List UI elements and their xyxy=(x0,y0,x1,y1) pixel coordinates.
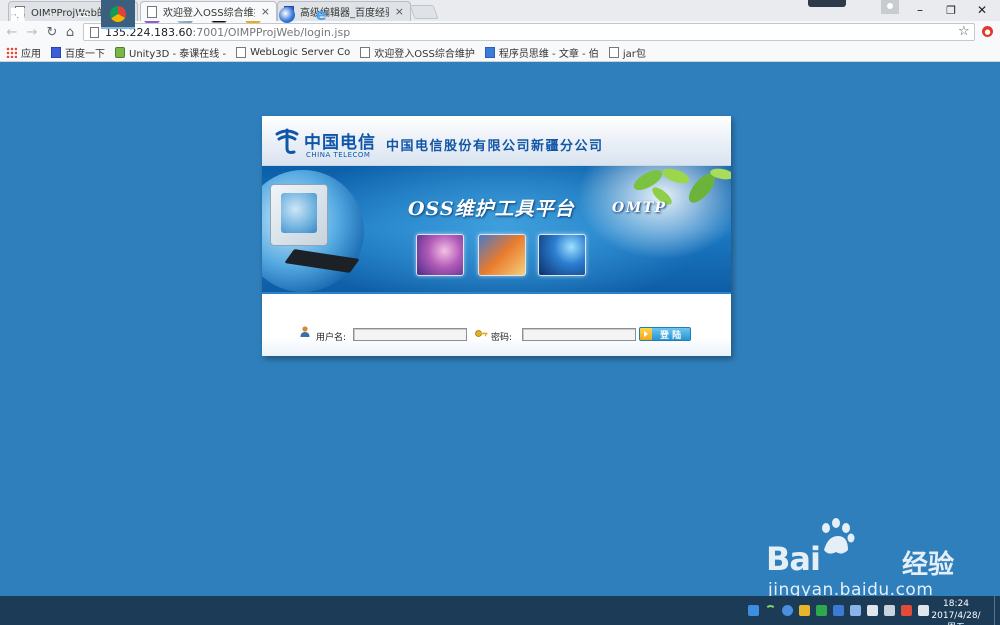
bookmark-star-icon[interactable]: ☆ xyxy=(958,24,970,39)
watermark-brand: Bai xyxy=(766,540,821,578)
banner: OSS维护工具平台 OMTP xyxy=(262,166,731,292)
app-icon xyxy=(279,6,295,23)
search-icon: ⌕ xyxy=(46,7,54,22)
page-icon xyxy=(608,46,619,58)
apps-icon xyxy=(6,46,17,58)
wifi-icon[interactable] xyxy=(765,605,776,616)
banner-subtitle: OMTP xyxy=(612,200,667,216)
clock-time: 18:24 xyxy=(943,599,969,609)
page-icon xyxy=(360,46,371,58)
start-button[interactable] xyxy=(1,0,35,29)
bookmark-label: Unity3D - 泰课在线 - xyxy=(129,48,227,60)
clock-date: 2017/4/28/周五 xyxy=(931,611,981,625)
taskbar-ie[interactable]: e xyxy=(304,0,338,29)
tray-app-icon[interactable] xyxy=(748,605,759,616)
task-view-icon: ▭ xyxy=(76,7,90,22)
close-window-button[interactable]: ✕ xyxy=(966,0,998,20)
login-panel: 中国电信 CHINA TELECOM 中国电信股份有限公司新疆分公司 OSS维护… xyxy=(262,116,731,356)
volume-icon[interactable] xyxy=(884,605,895,616)
tray-app-icon[interactable] xyxy=(799,605,810,616)
taskbar-chrome[interactable] xyxy=(101,0,135,29)
login-button[interactable]: 登 陆 xyxy=(639,327,691,341)
feature-thumbnail-2 xyxy=(478,234,526,276)
bookmark-baidu[interactable]: 百度一下 xyxy=(51,45,105,60)
tray-app-icon[interactable] xyxy=(850,605,861,616)
bookmark-programmer-blog[interactable]: 程序员思维 - 文章 - 伯 xyxy=(484,45,599,60)
blog-icon xyxy=(484,46,495,58)
bookmark-label: 程序员思维 - 文章 - 伯 xyxy=(498,48,599,60)
bookmark-label: WebLogic Server Co xyxy=(250,46,351,58)
unity-icon xyxy=(115,46,125,58)
bookmark-jar[interactable]: jar包 xyxy=(608,45,646,60)
user-icon xyxy=(300,326,310,337)
page-icon xyxy=(147,5,157,18)
tray-app-icon[interactable] xyxy=(901,605,912,616)
banner-title: OSS维护工具平台 xyxy=(408,198,575,220)
display-icon[interactable] xyxy=(867,605,878,616)
extension-icon[interactable]: ● xyxy=(982,26,993,37)
search-button[interactable]: ⌕ xyxy=(33,0,67,29)
windows-icon xyxy=(11,7,25,22)
internet-explorer-icon: e xyxy=(315,5,327,24)
close-icon[interactable]: × xyxy=(261,5,270,18)
bookmark-oss-login[interactable]: 欢迎登入OSS综合维护 xyxy=(360,45,475,60)
bookmark-unity3d[interactable]: Unity3D - 泰课在线 - xyxy=(115,45,226,60)
bookmark-label: 百度一下 xyxy=(65,48,105,60)
password-input[interactable] xyxy=(522,328,636,341)
baidu-jingyan-watermark: Bai 经验 jingyan.baidu.com xyxy=(766,518,966,602)
taskbar-clock[interactable]: 18:24 2017/4/28/周五 xyxy=(928,598,984,625)
brand-cn: 中国电信 xyxy=(304,133,376,153)
bookmark-label: jar包 xyxy=(622,48,646,60)
key-icon xyxy=(475,330,488,337)
bookmark-label: 欢迎登入OSS综合维护 xyxy=(374,48,475,60)
bookmarks-bar: 应用 百度一下 Unity3D - 泰课在线 - WebLogic Server… xyxy=(0,43,1000,62)
system-tray xyxy=(748,596,935,625)
china-telecom-logo-icon xyxy=(275,128,299,154)
tab-title: 欢迎登入OSS综合维护平 xyxy=(163,8,255,19)
password-label: 密码: xyxy=(491,333,513,343)
bookmark-label: 应用 xyxy=(21,48,41,60)
panel-header: 中国电信 CHINA TELECOM 中国电信股份有限公司新疆分公司 xyxy=(262,116,731,166)
chrome-icon xyxy=(110,5,126,22)
feature-thumbnail-3 xyxy=(538,234,586,276)
user-profile-icon[interactable] xyxy=(881,0,899,14)
task-view-button[interactable]: ▭ xyxy=(66,0,100,29)
login-button-label: 登 陆 xyxy=(660,330,682,341)
baidu-paw-icon xyxy=(822,518,855,554)
username-label: 用户名: xyxy=(316,333,347,343)
arrow-icon xyxy=(640,328,652,340)
login-form: 用户名: 密码: 登 陆 xyxy=(262,292,731,356)
show-desktop-button[interactable] xyxy=(994,596,1000,625)
shield-icon[interactable] xyxy=(816,605,827,616)
tab-oss-login[interactable]: 欢迎登入OSS综合维护平 × xyxy=(140,1,277,21)
shield-icon[interactable] xyxy=(833,605,844,616)
feature-thumbnail-1 xyxy=(416,234,464,276)
tab-strip: OIMPProjWeb的设置 - × 欢迎登入OSS综合维护平 × 高级编辑器_… xyxy=(0,0,1000,21)
company-name: 中国电信股份有限公司新疆分公司 xyxy=(386,139,604,154)
watermark-cn: 经验 xyxy=(902,550,955,580)
restore-button[interactable]: ❐ xyxy=(935,0,967,20)
username-input[interactable] xyxy=(353,328,467,341)
brand-en: CHINA TELECOM xyxy=(306,151,371,159)
bookmark-apps[interactable]: 应用 xyxy=(6,45,41,60)
page-icon xyxy=(236,46,247,58)
minimize-button[interactable]: – xyxy=(904,0,936,20)
bookmark-weblogic[interactable]: WebLogic Server Co xyxy=(236,46,351,58)
new-tab-button[interactable] xyxy=(409,5,439,19)
baidu-icon xyxy=(51,46,61,58)
window-indicator xyxy=(808,0,846,7)
tray-app-icon[interactable] xyxy=(782,605,793,616)
close-icon[interactable]: × xyxy=(395,5,404,18)
monitor-image xyxy=(270,184,328,246)
